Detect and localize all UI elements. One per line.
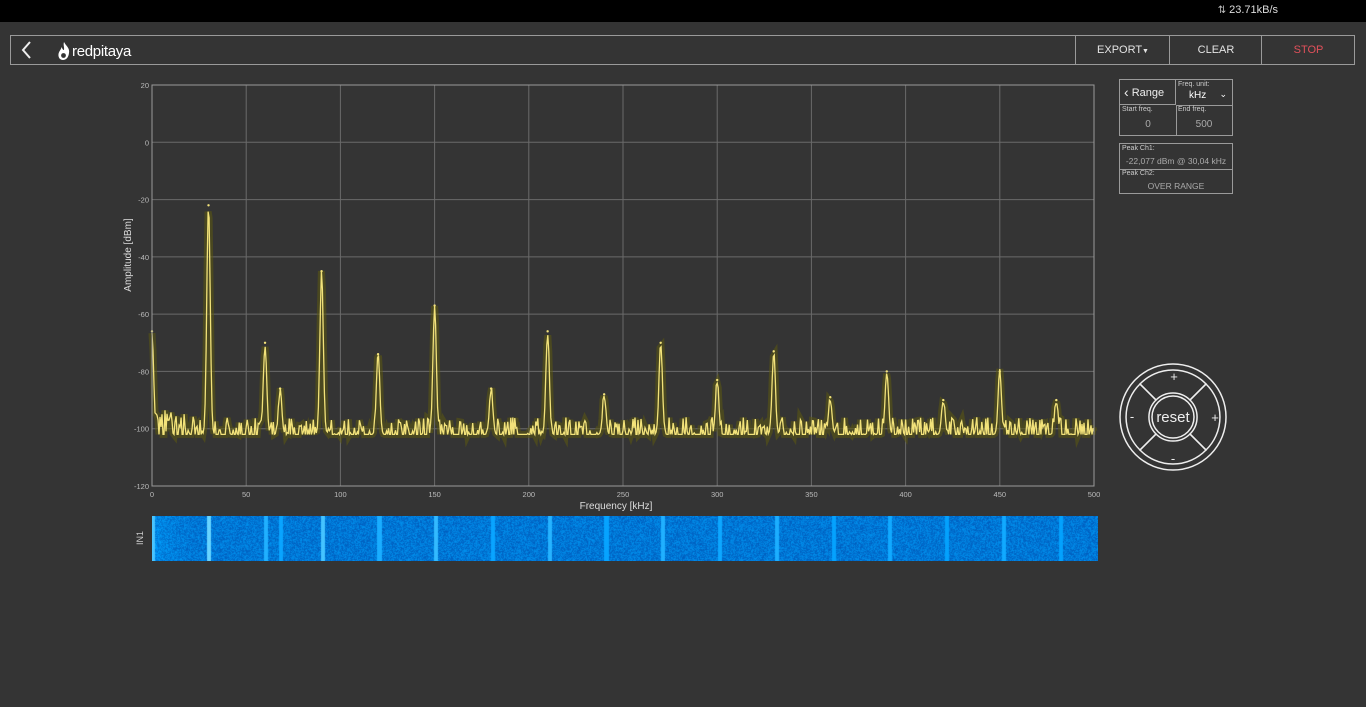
peak-point (716, 378, 719, 382)
y-tick-label: -80 (138, 367, 149, 376)
start-freq-label: Start freq. (1122, 106, 1153, 113)
end-freq-value: 500 (1195, 119, 1213, 130)
peak-point (433, 304, 436, 307)
transfer-rate: ⇅ 23.71kB/s (1218, 4, 1278, 16)
peak-point (772, 350, 775, 353)
peak-ch2-row: Peak Ch2: OVER RANGE (1120, 169, 1232, 194)
waterfall-spectrogram (152, 516, 1098, 561)
minus-icon: - (1130, 409, 1134, 424)
clear-button[interactable]: CLEAR (1169, 36, 1262, 64)
peak-point (489, 387, 493, 390)
peak-point (659, 341, 662, 344)
stop-button[interactable]: STOP (1261, 36, 1355, 64)
y-tick-label: -120 (134, 482, 149, 491)
y-axis-label: Amplitude [dBm] (123, 218, 134, 292)
x-tick-label: 100 (334, 490, 347, 499)
peak-point (998, 370, 1001, 373)
y-tick-label: 0 (145, 138, 149, 147)
x-tick-labels: 0 50 100 150 200 250 300 350 400 450 500 (150, 490, 1100, 499)
peak-point (278, 387, 282, 390)
plus-icon: + (1170, 369, 1178, 384)
y-tick-label: -40 (138, 253, 149, 262)
peak-point (829, 396, 832, 399)
chevron-left-icon: ‹ (1124, 84, 1129, 100)
zoom-navigator: reset + + - - (1119, 363, 1227, 471)
x-tick-label: 450 (994, 490, 1007, 499)
caret-down-icon: ▼ (1142, 48, 1149, 55)
x-tick-label: 250 (617, 490, 630, 499)
peak-ch1-value: -22,077 dBm @ 30,04 kHz (1125, 156, 1227, 166)
stop-label: STOP (1293, 44, 1324, 56)
spectrum-chart[interactable]: 200-20-40-60-80-100-120 0 50 100 150 200 250 3… (0, 0, 1110, 515)
y-tick-label: -20 (138, 196, 149, 205)
x-tick-label: 0 (150, 490, 154, 499)
peak-point (263, 341, 267, 344)
x-tick-label: 200 (523, 490, 536, 499)
peak-point (942, 398, 945, 402)
peak-point (885, 370, 888, 373)
peak-ch2-value: OVER RANGE (1147, 181, 1205, 191)
range-button[interactable]: ‹ Range (1120, 80, 1176, 105)
peaks-panel: Peak Ch1: -22,077 dBm @ 30,04 kHz Peak C… (1119, 143, 1233, 194)
clear-label: CLEAR (1197, 44, 1235, 56)
minus-icon: - (1171, 451, 1175, 466)
freq-unit-value: kHz (1189, 90, 1207, 101)
end-freq-label: End freq. (1178, 106, 1207, 113)
peak-point (376, 353, 380, 356)
freq-unit-select[interactable]: Freq. unit: kHz ⌄ (1176, 80, 1232, 106)
y-tick-label: 20 (141, 81, 149, 90)
peak-point (320, 269, 323, 273)
start-freq-value: 0 (1145, 119, 1151, 130)
transfer-rate-text: 23.71kB/s (1229, 4, 1278, 16)
chevron-down-icon: ⌄ (1219, 89, 1227, 99)
end-freq-field[interactable]: End freq. 500 (1176, 105, 1232, 135)
y-tick-labels: 20 0 -20 -40 -60 -80 -100 -120 (134, 81, 149, 491)
y-tick-label: -60 (138, 310, 149, 319)
range-panel: ‹ Range Freq. unit: kHz ⌄ Start freq. 0 … (1119, 79, 1233, 136)
peak-point (546, 330, 549, 333)
range-label: Range (1131, 87, 1165, 99)
x-tick-label: 150 (428, 490, 441, 499)
peak-point (602, 393, 606, 396)
y-tick-label: -100 (134, 425, 149, 434)
x-axis-label: Frequency [kHz] (580, 501, 653, 512)
waterfall-channel-label: IN1 (135, 530, 146, 546)
x-tick-label: 350 (805, 490, 818, 499)
x-tick-label: 300 (711, 490, 724, 499)
peak-point (207, 204, 210, 207)
x-tick-label: 500 (1088, 490, 1101, 499)
peak-ch1-label: Peak Ch1: (1122, 145, 1155, 152)
peak-ch1-row: Peak Ch1: -22,077 dBm @ 30,04 kHz (1120, 144, 1232, 170)
up-down-arrows-icon: ⇅ (1217, 5, 1227, 16)
x-tick-label: 50 (242, 490, 250, 499)
reset-label: reset (1156, 409, 1190, 426)
peak-point (1055, 398, 1058, 402)
freq-unit-label: Freq. unit: (1178, 81, 1210, 88)
peak-ch2-label: Peak Ch2: (1122, 170, 1155, 177)
start-freq-field[interactable]: Start freq. 0 (1120, 105, 1177, 135)
plus-icon: + (1211, 410, 1219, 425)
x-tick-label: 400 (899, 490, 912, 499)
